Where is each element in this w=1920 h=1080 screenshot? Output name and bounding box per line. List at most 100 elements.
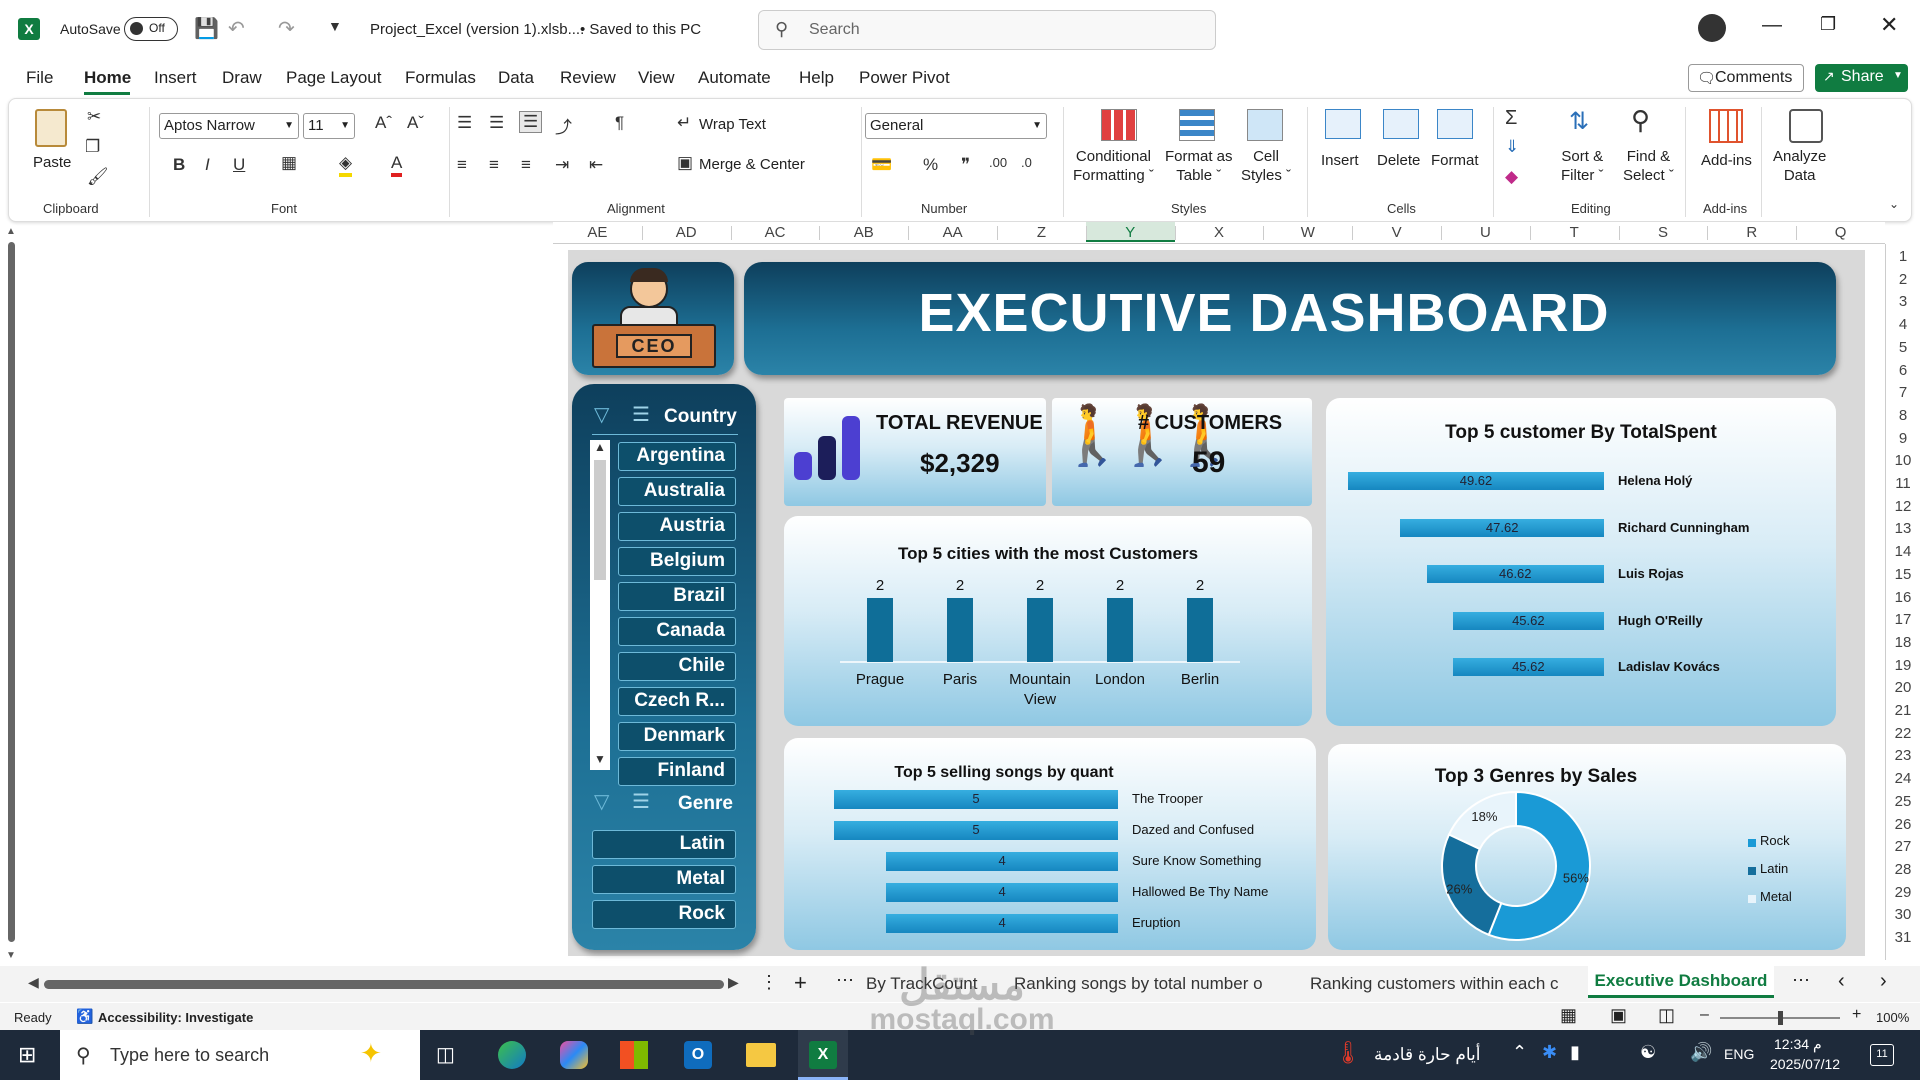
- edge-icon[interactable]: [498, 1041, 526, 1069]
- file-explorer-icon[interactable]: [746, 1043, 776, 1067]
- percent-icon[interactable]: %: [923, 155, 938, 175]
- tab-automate[interactable]: Automate: [698, 68, 771, 88]
- windows-start-icon[interactable]: ⊞: [18, 1042, 36, 1068]
- find-select-button[interactable]: Find & Select ˇ: [1623, 147, 1674, 185]
- copy-icon[interactable]: ❐: [85, 137, 100, 157]
- row-header[interactable]: 31: [1886, 929, 1920, 946]
- prev-sheet-icon[interactable]: ‹: [1838, 970, 1845, 993]
- page-break-view-icon[interactable]: ◫: [1658, 1005, 1675, 1026]
- tab-review[interactable]: Review: [560, 68, 616, 88]
- country-slicer-item[interactable]: Belgium: [618, 547, 736, 576]
- outdent-icon[interactable]: ⇤: [589, 155, 603, 175]
- align-left-icon[interactable]: ≡: [457, 155, 467, 175]
- more-sheets-icon[interactable]: ⋯: [1792, 970, 1810, 991]
- wrap-text-icon[interactable]: ↵: [677, 113, 691, 133]
- country-slicer-item[interactable]: Canada: [618, 617, 736, 646]
- city-bar[interactable]: [1107, 598, 1133, 662]
- volume-icon[interactable]: 🔊: [1690, 1042, 1712, 1063]
- sheet-tab-active[interactable]: Executive Dashboard: [1588, 966, 1774, 998]
- song-bar[interactable]: 4: [886, 852, 1118, 871]
- close-icon[interactable]: ✕: [1880, 12, 1898, 38]
- underline-icon[interactable]: U: [233, 155, 245, 175]
- column-header[interactable]: T: [1530, 224, 1619, 241]
- country-slicer-item[interactable]: Czech R...: [618, 687, 736, 716]
- genre-slicer-item[interactable]: Latin: [592, 830, 736, 859]
- clock-time[interactable]: 12:34 م: [1774, 1036, 1822, 1053]
- genre-slicer-item[interactable]: Metal: [592, 865, 736, 894]
- scroll-right-icon[interactable]: ▶: [728, 974, 739, 991]
- column-header[interactable]: X: [1175, 224, 1264, 241]
- tab-page-layout[interactable]: Page Layout: [286, 68, 381, 88]
- italic-icon[interactable]: I: [205, 155, 210, 175]
- row-header[interactable]: 26: [1886, 816, 1920, 833]
- increase-font-icon[interactable]: Aˆ: [375, 113, 392, 133]
- sheet-tab[interactable]: By TrackCount: [866, 974, 978, 994]
- row-header[interactable]: 20: [1886, 679, 1920, 696]
- insert-cells-button[interactable]: Insert: [1321, 151, 1359, 170]
- column-header[interactable]: R: [1707, 224, 1796, 241]
- cut-icon[interactable]: ✂: [87, 107, 101, 127]
- row-header[interactable]: 2: [1886, 271, 1920, 288]
- column-header[interactable]: AA: [908, 224, 997, 241]
- row-header[interactable]: 21: [1886, 702, 1920, 719]
- country-slicer-item[interactable]: Finland: [618, 757, 736, 786]
- tab-view[interactable]: View: [638, 68, 675, 88]
- tab-power-pivot[interactable]: Power Pivot: [859, 68, 950, 88]
- merge-icon[interactable]: ▣: [677, 153, 693, 173]
- country-slicer-item[interactable]: Chile: [618, 652, 736, 681]
- row-header[interactable]: 27: [1886, 838, 1920, 855]
- decrease-font-icon[interactable]: Aˇ: [407, 113, 424, 133]
- comma-icon[interactable]: ❞: [961, 155, 970, 175]
- city-bar[interactable]: [1027, 598, 1053, 662]
- copilot-icon[interactable]: [560, 1041, 588, 1069]
- accessibility-status[interactable]: Accessibility: Investigate: [98, 1010, 253, 1025]
- sheet-tab[interactable]: Ranking customers within each c: [1310, 974, 1559, 994]
- orientation-icon[interactable]: ⤴: [555, 113, 572, 138]
- country-slicer-item[interactable]: Australia: [618, 477, 736, 506]
- multiselect-icon[interactable]: ☰: [632, 789, 650, 814]
- column-header[interactable]: AC: [731, 224, 820, 241]
- column-header[interactable]: W: [1263, 224, 1352, 241]
- indent-icon[interactable]: ⇥: [555, 155, 569, 175]
- outlook-icon[interactable]: O: [684, 1041, 712, 1069]
- row-header[interactable]: 1: [1886, 248, 1920, 265]
- number-format-select[interactable]: General ▼: [865, 113, 1047, 139]
- align-top-icon[interactable]: ☰: [457, 113, 472, 133]
- city-bar[interactable]: [867, 598, 893, 662]
- row-header[interactable]: 29: [1886, 884, 1920, 901]
- cell-styles-button[interactable]: Cell Styles ˇ: [1241, 147, 1291, 185]
- zoom-slider-thumb[interactable]: [1778, 1011, 1783, 1025]
- bluetooth-icon[interactable]: ✱: [1542, 1042, 1557, 1063]
- network-icon[interactable]: ☯: [1640, 1042, 1656, 1063]
- comments-button[interactable]: 🗨 Comments: [1688, 64, 1804, 92]
- more-options-icon[interactable]: ⋮: [760, 972, 778, 993]
- increase-decimal-icon[interactable]: .00: [989, 155, 1007, 170]
- tab-home[interactable]: Home: [84, 68, 131, 88]
- tab-data[interactable]: Data: [498, 68, 534, 88]
- merge-center-button[interactable]: Merge & Center: [699, 155, 805, 174]
- row-header[interactable]: 28: [1886, 861, 1920, 878]
- language-indicator[interactable]: ENG: [1724, 1046, 1754, 1062]
- row-header[interactable]: 11: [1886, 475, 1920, 492]
- country-slicer-item[interactable]: Brazil: [618, 582, 736, 611]
- row-header[interactable]: 6: [1886, 362, 1920, 379]
- customer-bar[interactable]: 49.62: [1348, 472, 1604, 490]
- row-header[interactable]: 16: [1886, 589, 1920, 606]
- column-header[interactable]: V: [1352, 224, 1441, 241]
- add-ins-button[interactable]: Add-ins: [1701, 151, 1752, 170]
- customer-bar[interactable]: 47.62: [1400, 518, 1604, 537]
- add-sheet-icon[interactable]: +: [794, 970, 807, 996]
- row-header[interactable]: 25: [1886, 793, 1920, 810]
- paste-button[interactable]: Paste: [33, 153, 71, 172]
- collapse-ribbon-icon[interactable]: ⌄: [1889, 197, 1899, 211]
- tab-insert[interactable]: Insert: [154, 68, 197, 88]
- clear-icon[interactable]: ◆: [1505, 167, 1518, 187]
- text-direction-icon[interactable]: ¶: [615, 113, 624, 133]
- row-header[interactable]: 30: [1886, 906, 1920, 923]
- redo-icon[interactable]: ↷: [278, 16, 295, 41]
- song-bar[interactable]: 4: [886, 883, 1118, 902]
- multiselect-icon[interactable]: ☰: [632, 402, 650, 427]
- font-color-icon[interactable]: A: [391, 153, 403, 177]
- autosum-icon[interactable]: Σ: [1505, 107, 1517, 130]
- row-header[interactable]: 5: [1886, 339, 1920, 356]
